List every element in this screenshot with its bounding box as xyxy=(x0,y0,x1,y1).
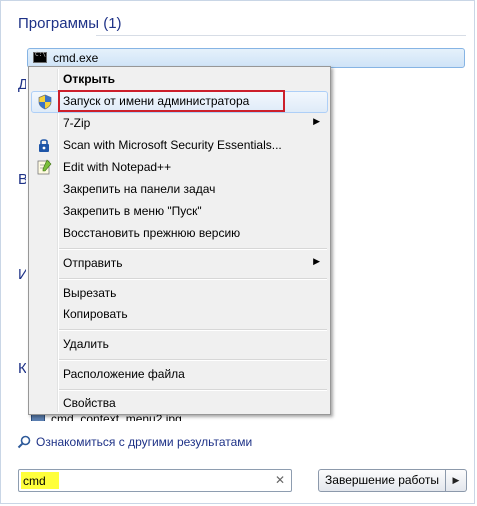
shutdown-button[interactable]: Завершение работы xyxy=(318,469,446,492)
submenu-arrow-icon: ▶ xyxy=(313,116,320,126)
menu-item-file-location[interactable]: Расположение файла xyxy=(31,364,328,386)
menu-item-pin-taskbar[interactable]: Закрепить на панели задач xyxy=(31,179,328,201)
security-essentials-icon xyxy=(39,139,49,152)
cmd-icon xyxy=(33,51,47,63)
menu-item-label: Копировать xyxy=(63,307,128,321)
uac-shield-icon xyxy=(38,94,52,110)
menu-item-delete[interactable]: Удалить xyxy=(31,334,328,356)
shutdown-group: Завершение работы ▶ xyxy=(318,469,467,492)
menu-separator xyxy=(59,248,327,250)
heading-divider xyxy=(96,35,466,36)
menu-item-send-to[interactable]: Отправить ▶ xyxy=(31,253,328,275)
heading-partial-2: В xyxy=(18,171,26,188)
programs-heading: Программы (1) xyxy=(18,15,122,32)
search-input[interactable] xyxy=(23,471,263,490)
menu-item-label: Закрепить на панели задач xyxy=(63,182,216,196)
menu-separator xyxy=(59,389,327,391)
submenu-arrow-icon: ▶ xyxy=(313,256,320,266)
search-result-label: cmd.exe xyxy=(53,51,99,65)
heading-partial-3: И xyxy=(18,266,26,283)
menu-item-pin-start[interactable]: Закрепить в меню "Пуск" xyxy=(31,201,328,223)
menu-item-copy[interactable]: Копировать xyxy=(31,304,328,326)
notepad-plus-plus-icon xyxy=(37,159,52,175)
menu-item-cut[interactable]: Вырезать xyxy=(31,283,328,305)
menu-separator xyxy=(59,359,327,361)
menu-item-label: Расположение файла xyxy=(63,367,185,381)
search-result-cmd[interactable]: cmd.exe xyxy=(27,48,465,68)
menu-item-properties[interactable]: Свойства xyxy=(31,393,328,415)
triangle-right-icon[interactable]: ▶ xyxy=(446,469,467,492)
search-box[interactable]: ✕ xyxy=(18,469,292,492)
menu-item-label: Edit with Notepad++ xyxy=(63,160,172,174)
menu-item-label: Свойства xyxy=(63,396,116,410)
menu-item-label: 7-Zip xyxy=(63,116,91,130)
highlight-outline xyxy=(58,90,285,112)
menu-item-7zip[interactable]: 7-Zip ▶ xyxy=(31,113,328,135)
context-menu: Открыть Запуск от имени администратора 7… xyxy=(28,66,331,415)
menu-item-label: Открыть xyxy=(63,72,116,86)
see-more-label: Ознакомиться с другими результатами xyxy=(36,435,253,449)
menu-separator xyxy=(59,278,327,280)
heading-partial-4: К xyxy=(18,360,26,377)
menu-item-label: Вырезать xyxy=(63,286,117,300)
menu-item-restore-version[interactable]: Восстановить прежнюю версию xyxy=(31,223,328,245)
menu-item-label: Отправить xyxy=(63,256,123,270)
menu-item-open[interactable]: Открыть xyxy=(31,69,328,91)
documents-heading-partial: Д xyxy=(18,76,26,93)
menu-item-label: Удалить xyxy=(63,337,109,351)
menu-separator xyxy=(59,329,327,331)
close-icon[interactable]: ✕ xyxy=(275,473,285,488)
menu-item-label: Восстановить прежнюю версию xyxy=(63,226,241,240)
menu-item-edit-notepad[interactable]: Edit with Notepad++ xyxy=(31,157,328,179)
menu-item-label: Закрепить в меню "Пуск" xyxy=(63,204,202,218)
menu-item-scan-mse[interactable]: Scan with Microsoft Security Essentials.… xyxy=(31,135,328,157)
menu-item-label: Scan with Microsoft Security Essentials.… xyxy=(63,138,282,152)
search-icon xyxy=(17,435,31,449)
